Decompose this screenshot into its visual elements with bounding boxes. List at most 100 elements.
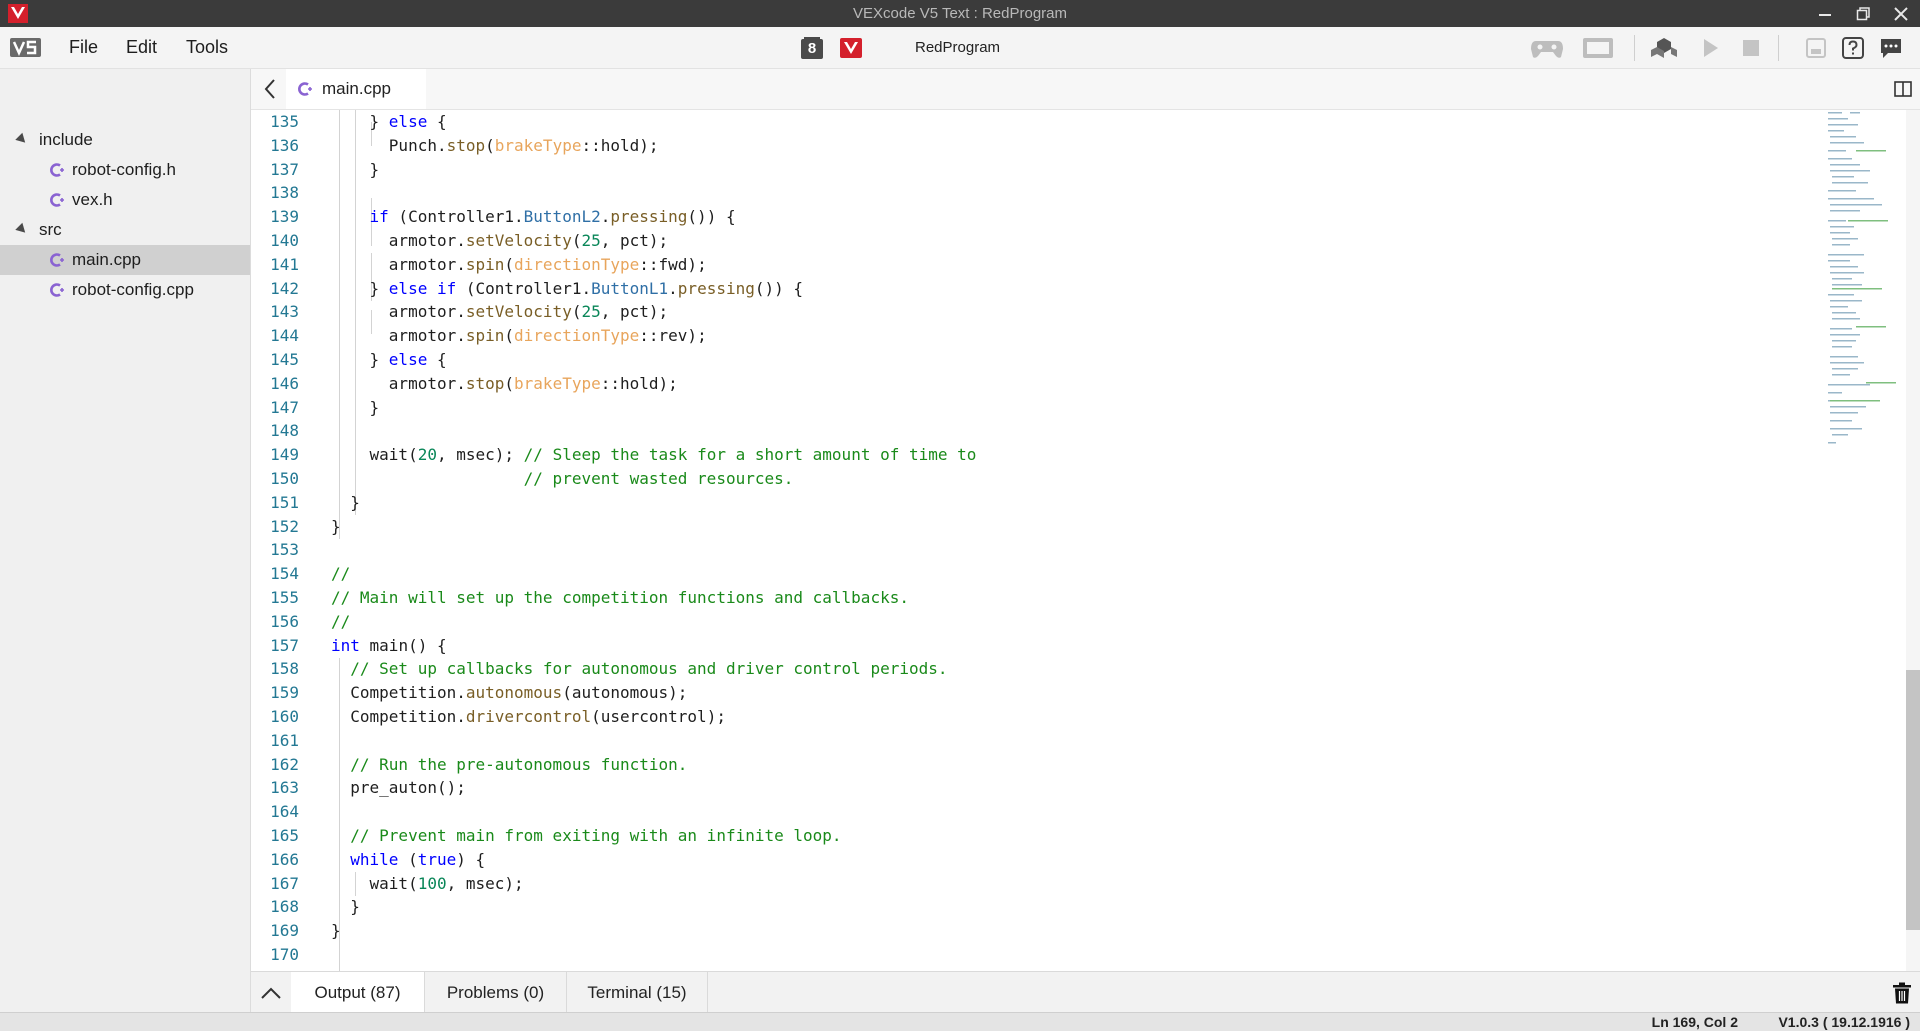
toolbar-separator (1634, 35, 1635, 61)
expand-triangle-icon[interactable] (15, 222, 29, 237)
window-title: VEXcode V5 Text : RedProgram (853, 5, 1067, 22)
build-icon (1651, 38, 1677, 58)
code-text: } (331, 516, 341, 536)
device-info-icon (1806, 38, 1826, 58)
tree-file-robot-config-h[interactable]: robot-config.h (0, 155, 250, 185)
line-number: 159 (270, 683, 299, 703)
brain-button[interactable] (1582, 36, 1614, 60)
code-line: 168 } (251, 895, 1811, 919)
code-text: armotor.stop(brakeType::hold); (331, 373, 678, 393)
tree-file-vex-h[interactable]: vex.h (0, 185, 250, 215)
code-text: Punch.stop(brakeType::hold); (331, 135, 659, 155)
line-number: 139 (270, 207, 299, 227)
file-explorer: include robot-config.h vex.h src main.cp… (0, 69, 251, 1012)
controller-button[interactable] (1530, 36, 1564, 60)
code-line: 147 } (251, 396, 1811, 420)
code-line: 138 (251, 181, 1811, 205)
build-button[interactable] (1650, 36, 1678, 60)
code-line: 156 // (251, 610, 1811, 634)
cpp-file-icon (50, 193, 64, 207)
tab-main-cpp[interactable]: main.cpp (286, 69, 426, 109)
tab-output[interactable]: Output (87) (291, 972, 425, 1013)
code-line: 155 // Main will set up the competition f… (251, 586, 1811, 610)
line-number: 135 (270, 112, 299, 131)
code-text: } (331, 492, 360, 512)
menu-tools[interactable]: Tools (180, 27, 234, 68)
code-line: 154 // (251, 562, 1811, 586)
code-minimap[interactable] (1826, 110, 1906, 450)
tree-folder-include[interactable]: include (0, 125, 250, 155)
line-number: 160 (270, 707, 299, 726)
cpp-file-icon (298, 82, 312, 96)
code-text: } (331, 159, 380, 179)
code-text: } (331, 921, 341, 941)
line-number: 140 (270, 231, 299, 250)
run-button[interactable] (1700, 36, 1722, 60)
code-line: 137 } (251, 158, 1811, 182)
code-text: wait(100, msec); (331, 873, 524, 893)
trash-icon[interactable] (1892, 982, 1912, 1004)
stop-button[interactable] (1740, 36, 1762, 60)
cpp-file-icon (50, 283, 64, 297)
tree-folder-src[interactable]: src (0, 215, 250, 245)
feedback-button[interactable] (1879, 36, 1903, 60)
code-editor[interactable]: 135 } else { 136 Punch.stop(brakeType::h… (251, 110, 1920, 971)
code-text: } else { (331, 350, 447, 369)
tree-item-label: robot-config.h (72, 160, 176, 179)
code-line: 160 Competition.drivercontrol(usercontro… (251, 705, 1811, 729)
code-text: wait(20, msec); // Sleep the task for a … (331, 445, 977, 465)
line-number: 152 (270, 516, 299, 536)
code-line: 170 (251, 943, 1811, 967)
menu-file[interactable]: File (63, 27, 104, 68)
minimize-button[interactable] (1806, 0, 1844, 27)
tree-item-label: main.cpp (72, 250, 141, 269)
code-text: } (331, 897, 360, 917)
code-line: 149 wait(20, msec); // Sleep the task fo… (251, 443, 1811, 467)
minimize-icon (1819, 13, 1831, 16)
editor-vertical-scrollbar[interactable] (1906, 110, 1920, 971)
restore-button[interactable] (1844, 0, 1882, 27)
code-text: Competition.autonomous(autonomous); (331, 683, 688, 703)
expand-triangle-icon[interactable] (15, 132, 29, 147)
code-line: 146 armotor.stop(brakeType::hold); (251, 372, 1811, 396)
code-text: pre_auton(); (331, 778, 466, 798)
vex-v5-logo-icon[interactable] (10, 38, 41, 57)
program-name[interactable]: RedProgram (915, 27, 1000, 68)
team-color-button[interactable] (840, 36, 862, 60)
title-bar: VEXcode V5 Text : RedProgram (0, 0, 1920, 27)
editor-tab-bar: main.cpp (251, 69, 1920, 110)
line-number: 164 (270, 802, 299, 822)
help-button[interactable] (1841, 36, 1865, 60)
line-number: 168 (270, 897, 299, 917)
code-line: 161 (251, 729, 1811, 753)
code-text: armotor.spin(directionType::rev); (331, 326, 707, 346)
menu-edit[interactable]: Edit (120, 27, 163, 68)
code-text: // (331, 564, 351, 584)
code-text: armotor.setVelocity(25, pct); (331, 302, 669, 322)
code-text: // Run the pre-autonomous function. (350, 754, 688, 774)
code-line: 159 Competition.autonomous(autonomous); (251, 681, 1811, 705)
code-text: armotor.spin(directionType::fwd); (331, 254, 707, 274)
slot-selector-button[interactable]: 8 (800, 36, 824, 60)
close-button[interactable] (1882, 0, 1920, 27)
back-chevron-icon[interactable] (259, 77, 283, 101)
code-line: 141 armotor.spin(directionType::fwd); (251, 253, 1811, 277)
controller-icon (1531, 41, 1563, 58)
code-line: 150 // prevent wasted resources. (251, 467, 1811, 491)
line-number: 148 (270, 421, 299, 441)
cpp-file-icon (50, 253, 64, 267)
tab-terminal[interactable]: Terminal (15) (567, 972, 708, 1013)
split-editor-icon[interactable] (1894, 81, 1912, 97)
line-number: 167 (270, 873, 299, 893)
feedback-icon (1881, 39, 1901, 58)
tab-label: main.cpp (322, 79, 391, 98)
tree-file-robot-config-cpp[interactable]: robot-config.cpp (0, 275, 250, 305)
device-info-button[interactable] (1805, 36, 1827, 60)
tab-problems[interactable]: Problems (0) (425, 972, 567, 1013)
line-number: 145 (270, 350, 299, 369)
chevron-up-icon[interactable] (259, 982, 283, 1002)
tree-item-label: robot-config.cpp (72, 280, 194, 299)
code-text: while (true) { (350, 849, 486, 869)
tree-file-main-cpp[interactable]: main.cpp (0, 245, 250, 275)
scrollbar-thumb[interactable] (1906, 670, 1920, 930)
